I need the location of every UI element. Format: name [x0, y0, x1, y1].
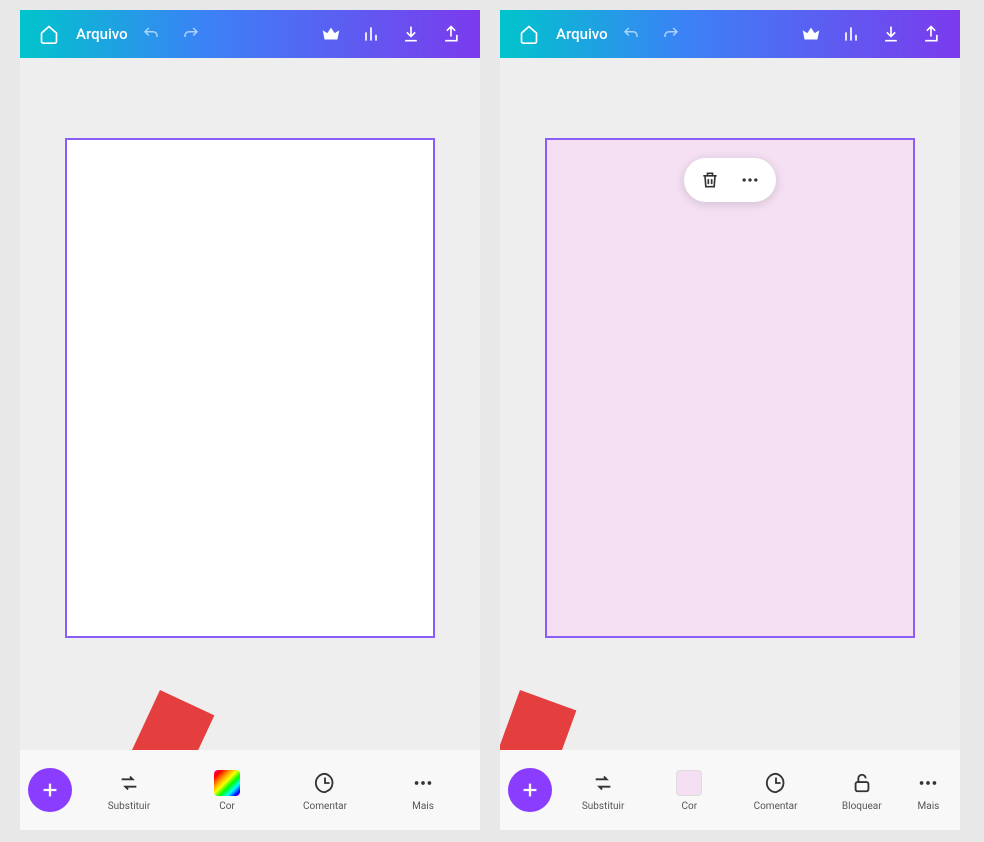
analytics-icon[interactable] [354, 17, 388, 51]
toolbar-label: Substituir [108, 801, 151, 812]
header: Arquivo [500, 10, 960, 58]
toolbar-substituir[interactable]: Substituir [560, 765, 646, 816]
share-icon[interactable] [434, 17, 468, 51]
bottom-toolbar: Substituir Cor Comentar Bloquear Mais [500, 750, 960, 830]
toolbar-mais[interactable]: Mais [905, 765, 952, 816]
home-icon[interactable] [512, 17, 546, 51]
more-icon [914, 769, 942, 797]
crown-icon[interactable] [794, 17, 828, 51]
toolbar-mais[interactable]: Mais [374, 765, 472, 816]
share-icon[interactable] [914, 17, 948, 51]
color-icon [213, 769, 241, 797]
color-icon [675, 769, 703, 797]
toolbar-cor[interactable]: Cor [178, 765, 276, 816]
toolbar-comentar[interactable]: Comentar [732, 765, 818, 816]
more-icon[interactable] [738, 168, 762, 192]
delete-icon[interactable] [698, 168, 722, 192]
analytics-icon[interactable] [834, 17, 868, 51]
undo-icon[interactable] [134, 17, 168, 51]
toolbar-label: Substituir [582, 801, 625, 812]
toolbar-label: Cor [219, 801, 235, 812]
toolbar-cor[interactable]: Cor [646, 765, 732, 816]
crown-icon[interactable] [314, 17, 348, 51]
canvas[interactable] [545, 138, 915, 638]
phone-left: Arquivo [20, 10, 480, 830]
lock-icon [848, 769, 876, 797]
toolbar-label: Cor [682, 801, 698, 812]
toolbar-bloquear[interactable]: Bloquear [819, 765, 905, 816]
toolbar-label: Comentar [303, 801, 347, 812]
context-menu [684, 158, 776, 202]
toolbar-label: Mais [918, 801, 940, 812]
phone-right: Arquivo [500, 10, 960, 830]
canvas-area[interactable] [20, 58, 480, 750]
toolbar-comentar[interactable]: Comentar [276, 765, 374, 816]
header-title[interactable]: Arquivo [76, 25, 128, 43]
undo-icon[interactable] [614, 17, 648, 51]
toolbar-substituir[interactable]: Substituir [80, 765, 178, 816]
replace-icon [589, 769, 617, 797]
canvas-area[interactable] [500, 58, 960, 750]
toolbar-label: Comentar [754, 801, 798, 812]
download-icon[interactable] [394, 17, 428, 51]
replace-icon [115, 769, 143, 797]
toolbar-label: Bloquear [842, 801, 882, 812]
header: Arquivo [20, 10, 480, 58]
redo-icon[interactable] [654, 17, 688, 51]
add-button[interactable] [508, 768, 552, 812]
more-icon [409, 769, 437, 797]
comment-icon [311, 769, 339, 797]
bottom-toolbar: Substituir Cor Comentar Mais [20, 750, 480, 830]
add-button[interactable] [28, 768, 72, 812]
home-icon[interactable] [32, 17, 66, 51]
comment-icon [762, 769, 790, 797]
download-icon[interactable] [874, 17, 908, 51]
toolbar-label: Mais [412, 801, 434, 812]
redo-icon[interactable] [174, 17, 208, 51]
header-title[interactable]: Arquivo [556, 25, 608, 43]
canvas[interactable] [65, 138, 435, 638]
